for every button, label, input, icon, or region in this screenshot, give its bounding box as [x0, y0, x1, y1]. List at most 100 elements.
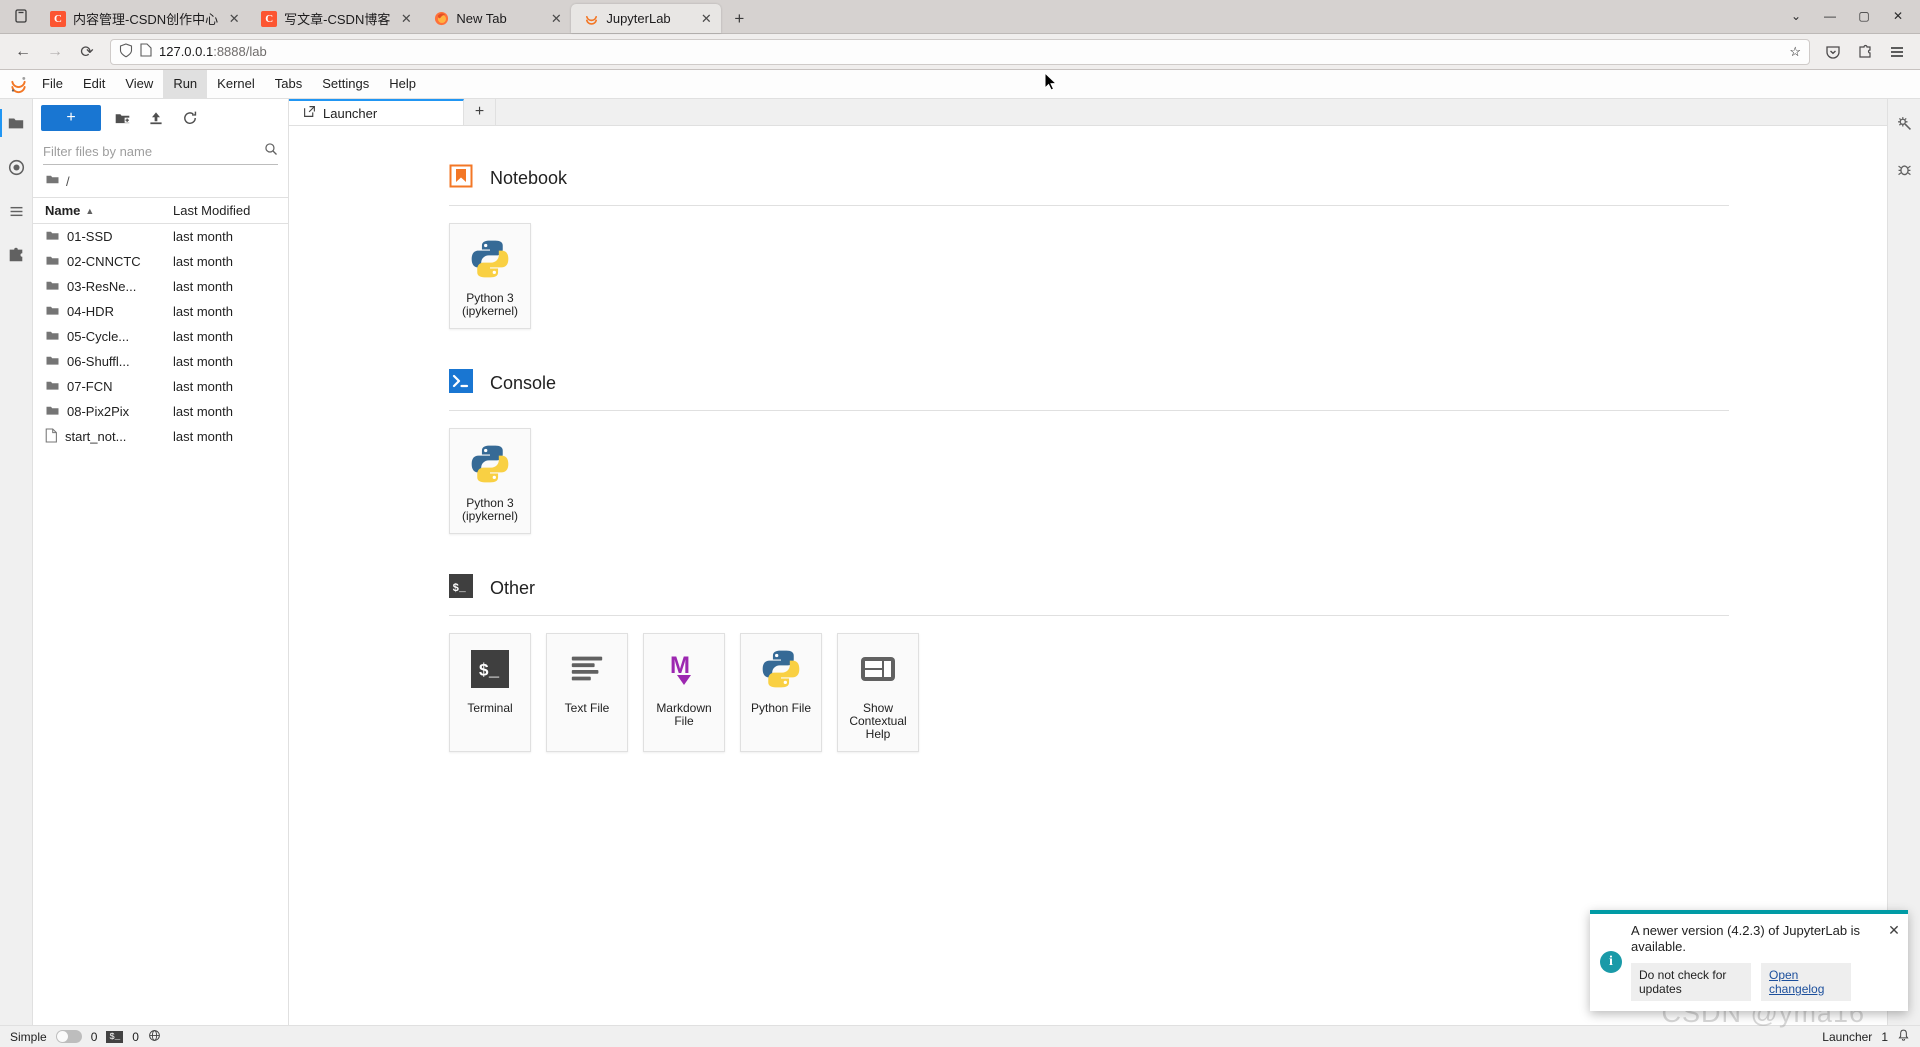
upload-icon[interactable] [143, 105, 169, 131]
browser-tab-bar: C 内容管理-CSDN创作中心 ✕ C 写文章-CSDN博客 ✕ New Tab… [0, 0, 1920, 34]
folder-icon [45, 303, 60, 321]
file-list-item[interactable]: 05-Cycle... last month [33, 324, 288, 349]
file-list-item[interactable]: start_not... last month [33, 424, 288, 449]
close-icon[interactable]: ✕ [397, 10, 415, 28]
file-list-item[interactable]: 03-ResNe... last month [33, 274, 288, 299]
file-item-label: 04-HDR [67, 304, 114, 319]
hamburger-menu-icon[interactable] [1882, 37, 1912, 67]
search-input[interactable] [43, 144, 258, 159]
terminal-icon: $_ [106, 1030, 124, 1043]
tab-launcher[interactable]: Launcher [289, 99, 464, 125]
dock-tab-bar: Launcher + [289, 99, 1887, 126]
pocket-icon[interactable] [1818, 37, 1848, 67]
file-list-item[interactable]: 01-SSD last month [33, 224, 288, 249]
menu-edit[interactable]: Edit [73, 70, 115, 98]
browser-tab-2[interactable]: New Tab ✕ [421, 4, 571, 33]
file-browser-icon[interactable] [0, 105, 33, 141]
new-launcher-button[interactable]: + [41, 105, 101, 131]
maximize-button[interactable]: ▢ [1848, 1, 1880, 31]
property-inspector-icon[interactable] [1888, 105, 1920, 141]
menu-file[interactable]: File [32, 70, 73, 98]
browser-tab-0[interactable]: C 内容管理-CSDN创作中心 ✕ [38, 4, 249, 33]
mouse-cursor [1044, 72, 1058, 91]
open-changelog-link[interactable]: Open changelog [1761, 963, 1851, 1001]
file-item-name-cell: 07-FCN [45, 378, 173, 396]
launcher-card[interactable]: Python 3 (ipykernel) [449, 428, 531, 534]
extensions-manager-icon[interactable] [0, 237, 33, 273]
terminal-count: 0 [90, 1029, 98, 1044]
url-bar[interactable]: 127.0.0.1:8888/lab ☆ [110, 38, 1810, 65]
menu-view[interactable]: View [115, 70, 163, 98]
refresh-icon[interactable] [177, 105, 203, 131]
bell-icon[interactable] [1897, 1028, 1910, 1045]
launcher-card-label: Text File [564, 701, 610, 715]
launcher-card[interactable]: Python File [740, 633, 822, 752]
simple-mode-toggle[interactable] [55, 1030, 82, 1043]
menu-run[interactable]: Run [163, 70, 208, 98]
back-icon[interactable]: ← [8, 37, 38, 67]
file-list-item[interactable]: 07-FCN last month [33, 374, 288, 399]
launcher-card[interactable]: Python 3 (ipykernel) [449, 223, 531, 329]
file-list-item[interactable]: 08-Pix2Pix last month [33, 399, 288, 424]
menu-tabs[interactable]: Tabs [265, 70, 312, 98]
tab-list-icon[interactable] [4, 0, 38, 33]
close-window-button[interactable]: ✕ [1882, 1, 1914, 31]
column-header-name[interactable]: Name ▲ [45, 203, 173, 218]
close-icon[interactable]: ✕ [697, 10, 715, 28]
browser-tab-3[interactable]: JupyterLab ✕ [571, 4, 722, 33]
launcher-card-icon-wrap: M [664, 648, 704, 694]
bookmark-star-icon[interactable]: ☆ [1789, 44, 1801, 60]
list-all-tabs-icon[interactable]: ⌄ [1780, 1, 1812, 31]
menu-kernel[interactable]: Kernel [207, 70, 265, 98]
breadcrumb[interactable]: / [33, 165, 288, 197]
launcher-card-label: Terminal [467, 701, 513, 715]
file-filter-box[interactable] [43, 139, 278, 165]
kernel-count: 0 [132, 1029, 139, 1044]
file-item-label: 05-Cycle... [67, 329, 130, 344]
launcher-card-row: $_ Terminal Text File M Markdown File Pyt… [449, 616, 1729, 782]
do-not-check-updates-button[interactable]: Do not check for updates [1631, 963, 1751, 1001]
file-item-label: 03-ResNe... [67, 279, 137, 294]
status-bar: Simple 0 $_ 0 Launcher 1 [0, 1025, 1920, 1047]
forward-icon[interactable]: → [40, 37, 70, 67]
file-item-name-cell: start_not... [45, 427, 173, 446]
launcher-card[interactable]: M Markdown File [643, 633, 725, 752]
globe-icon[interactable] [148, 1029, 161, 1045]
new-tab-button[interactable]: + [725, 5, 753, 33]
file-list-item[interactable]: 06-Shuffl... last month [33, 349, 288, 374]
column-header-modified[interactable]: Last Modified [173, 203, 278, 218]
close-icon[interactable]: ✕ [1886, 922, 1902, 938]
right-activity-bar [1887, 99, 1920, 1025]
launcher-card[interactable]: Show Contextual Help [837, 633, 919, 752]
file-list-item[interactable]: 04-HDR last month [33, 299, 288, 324]
extensions-icon[interactable] [1850, 37, 1880, 67]
launcher-section: Notebook Python 3 (ipykernel) [449, 164, 1729, 359]
file-item-name-cell: 02-CNNCTC [45, 253, 173, 271]
file-list-item[interactable]: 02-CNNCTC last month [33, 249, 288, 274]
breadcrumb-path: / [66, 173, 70, 189]
launcher-tab-icon [303, 105, 316, 121]
minimize-button[interactable]: — [1814, 1, 1846, 31]
debugger-icon[interactable] [1888, 151, 1920, 187]
search-icon[interactable] [264, 142, 278, 161]
menu-settings[interactable]: Settings [312, 70, 379, 98]
toast-actions: Do not check for updates Open changelog [1631, 963, 1900, 1001]
launcher-card[interactable]: Text File [546, 633, 628, 752]
new-folder-icon[interactable] [109, 105, 135, 131]
svg-text:$_: $_ [479, 662, 500, 681]
file-item-label: 08-Pix2Pix [67, 404, 130, 419]
close-icon[interactable]: ✕ [225, 10, 243, 28]
file-item-modified: last month [173, 279, 233, 294]
menu-help[interactable]: Help [379, 70, 426, 98]
launcher-card-icon-wrap: $_ [471, 648, 509, 694]
add-tab-button[interactable]: + [464, 99, 496, 125]
launcher-card[interactable]: $_ Terminal [449, 633, 531, 752]
running-terminals-icon[interactable] [0, 149, 33, 185]
browser-tab-1[interactable]: C 写文章-CSDN博客 ✕ [249, 4, 421, 33]
reload-icon[interactable]: ⟳ [72, 37, 102, 67]
launcher-card-label: Python File [750, 701, 812, 715]
commands-icon[interactable] [0, 193, 33, 229]
notebook-icon [449, 164, 473, 193]
close-icon[interactable]: ✕ [547, 10, 565, 28]
folder-icon [45, 403, 60, 421]
